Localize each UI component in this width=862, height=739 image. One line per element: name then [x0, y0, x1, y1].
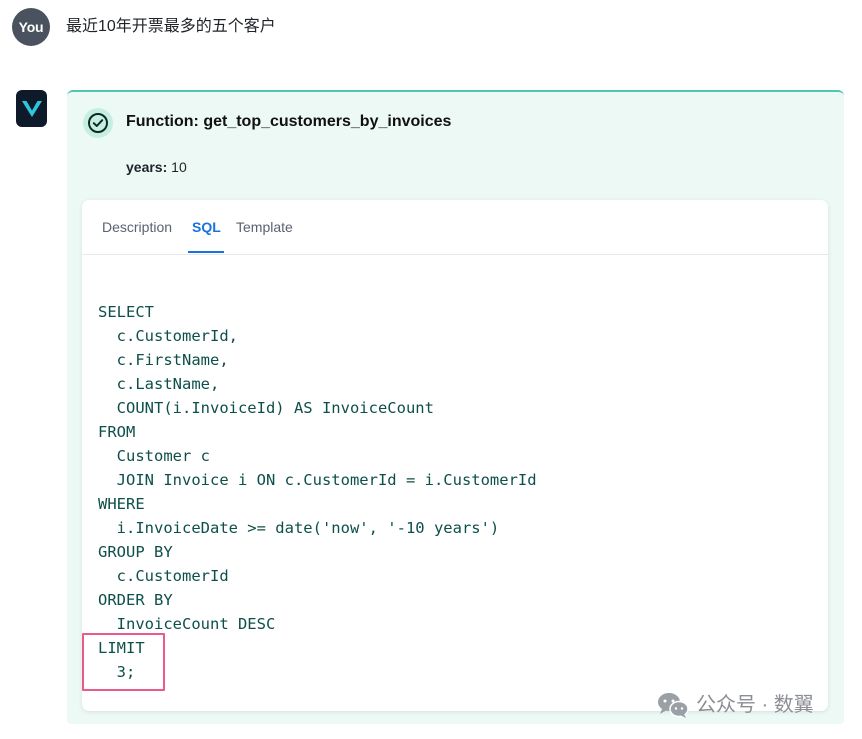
user-message: 最近10年开票最多的五个客户: [66, 18, 276, 35]
limit-highlight-box: [82, 633, 165, 691]
tab-bar: Description SQL Template: [82, 200, 828, 255]
function-title: Function: get_top_customers_by_invoices: [126, 113, 452, 130]
function-param: years: 10: [126, 157, 187, 177]
sql-code-block: SELECT c.CustomerId, c.FirstName, c.Last…: [98, 303, 537, 681]
user-avatar: You: [12, 8, 50, 46]
details-panel: Description SQL Template SELECT c.Custom…: [82, 200, 828, 711]
watermark: 公众号 · 数翼: [656, 690, 814, 720]
watermark-text: 公众号 · 数翼: [696, 694, 814, 716]
tab-description[interactable]: Description: [102, 218, 172, 236]
wechat-icon: [658, 693, 689, 718]
assistant-logo-icon: [21, 100, 42, 117]
param-key: years:: [126, 159, 168, 175]
tab-template[interactable]: Template: [236, 218, 293, 236]
tab-sql[interactable]: SQL: [192, 218, 221, 236]
check-circle-icon: [83, 108, 113, 138]
active-tab-indicator: [188, 251, 224, 253]
param-value: 10: [171, 159, 187, 175]
function-call-card: Function: get_top_customers_by_invoices …: [67, 90, 844, 724]
assistant-avatar: [16, 90, 47, 127]
user-avatar-label: You: [18, 19, 44, 35]
